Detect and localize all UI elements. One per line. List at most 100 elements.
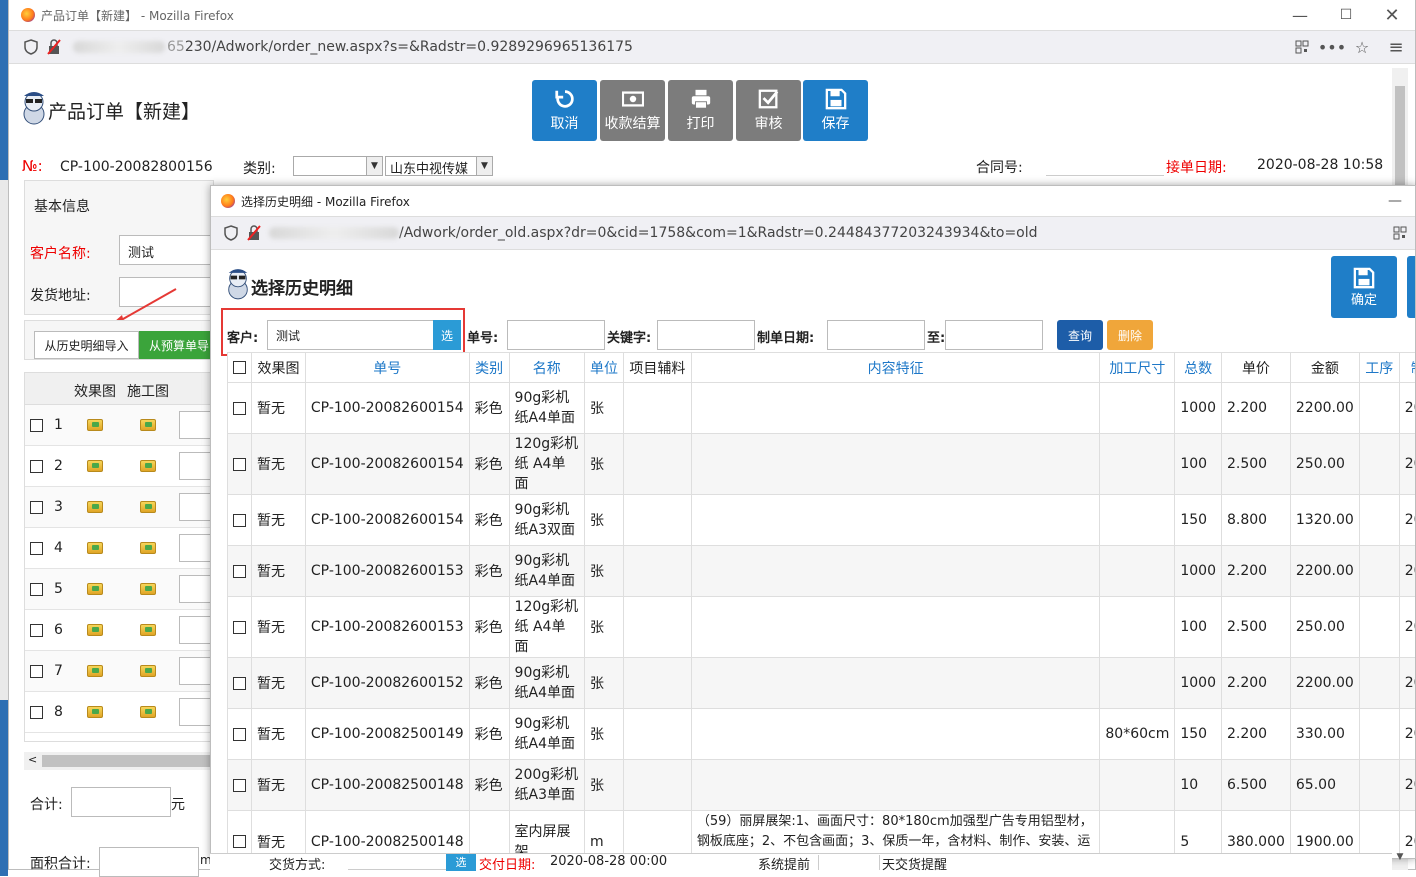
row-select-cell[interactable] <box>228 383 252 434</box>
main-scroll-thumb[interactable] <box>1395 86 1405 186</box>
dialog-order-no-input[interactable] <box>507 320 605 350</box>
row-select-cell[interactable] <box>228 546 252 597</box>
history-row[interactable]: 暂无CP-100-20082600154彩色90g彩机纸A3双面张1508.80… <box>228 495 1416 546</box>
history-row[interactable]: 暂无CP-100-20082500148彩色200g彩机纸A3单面张106.50… <box>228 760 1416 811</box>
effect-upload-icon[interactable] <box>87 583 103 595</box>
row-checkbox[interactable] <box>30 542 43 555</box>
row-input[interactable] <box>179 534 214 562</box>
minimize-icon[interactable]: — <box>1277 6 1323 25</box>
history-row[interactable]: 暂无CP-100-20082500148室内屏展架m（59）丽屏展架:1、画面尺… <box>228 811 1416 860</box>
history-row[interactable]: 暂无CP-100-20082600154彩色120g彩机纸 A4单面张1002.… <box>228 434 1416 495</box>
print-button[interactable]: 打印 <box>668 80 733 141</box>
history-row[interactable]: 暂无CP-100-20082600152彩色90g彩机纸A4单面张10002.2… <box>228 658 1416 709</box>
row-input[interactable] <box>179 411 214 439</box>
main-url-field[interactable]: 65 230/Adwork/order_new.aspx?s=&Radstr=0… <box>65 34 1287 60</box>
construct-upload-icon[interactable] <box>140 501 156 513</box>
history-row[interactable]: 暂无CP-100-20082500149彩色90g彩机纸A4单面张80*60cm… <box>228 709 1416 760</box>
import-history-button[interactable]: 从历史明细导入 <box>34 331 139 359</box>
row-checkbox[interactable] <box>30 501 43 514</box>
insecure-lock-icon[interactable] <box>43 39 65 55</box>
scroll-down-icon[interactable]: ▼ <box>1392 852 1408 868</box>
dialog-keyword-input[interactable] <box>657 320 755 350</box>
delete-button[interactable]: 删除 <box>1107 320 1153 350</box>
confirm-button[interactable]: 确定 <box>1331 256 1397 318</box>
category-select[interactable]: ▼ <box>293 156 383 176</box>
col-header[interactable]: 单号 <box>305 353 469 383</box>
col-header[interactable]: 工序 <box>1359 353 1399 383</box>
close-icon[interactable]: ✕ <box>1369 5 1415 26</box>
col-header[interactable]: 制 <box>1399 353 1416 383</box>
row-checkbox[interactable] <box>233 779 246 792</box>
row-checkbox[interactable] <box>233 621 246 634</box>
row-checkbox[interactable] <box>30 706 43 719</box>
row-input[interactable] <box>179 493 214 521</box>
history-row[interactable]: 暂无CP-100-20082600154彩色90g彩机纸A4单面张10002.2… <box>228 383 1416 434</box>
row-input[interactable] <box>179 452 214 480</box>
col-header[interactable]: 类别 <box>469 353 509 383</box>
row-select-cell[interactable] <box>228 495 252 546</box>
col-header[interactable]: 加工尺寸 <box>1100 353 1175 383</box>
row-select-cell[interactable] <box>228 709 252 760</box>
row-checkbox[interactable] <box>233 565 246 578</box>
construct-upload-icon[interactable] <box>140 583 156 595</box>
customer-select-button[interactable]: 选 <box>433 320 461 350</box>
import-budget-button[interactable]: 从预算单导 <box>139 331 214 359</box>
menu-icon[interactable]: ≡ <box>1377 37 1415 58</box>
review-button[interactable]: 审核 <box>736 80 801 141</box>
contract-input[interactable] <box>1046 158 1164 176</box>
save-button[interactable]: 保存 <box>803 80 868 141</box>
effect-upload-icon[interactable] <box>87 460 103 472</box>
dialog-minimize-icon[interactable]: — <box>1375 193 1415 209</box>
row-checkbox[interactable] <box>233 458 246 471</box>
row-checkbox[interactable] <box>30 460 43 473</box>
delivery-method-select[interactable] <box>348 855 446 870</box>
horizontal-scrollbar[interactable]: < <box>24 752 214 770</box>
dialog-url-field[interactable]: /Adwork/order_old.aspx?dr=0&cid=1758&com… <box>265 220 1385 246</box>
effect-upload-icon[interactable] <box>87 419 103 431</box>
effect-upload-icon[interactable] <box>87 542 103 554</box>
row-checkbox[interactable] <box>233 677 246 690</box>
select-all-checkbox[interactable] <box>233 361 246 374</box>
col-header[interactable]: 总数 <box>1175 353 1222 383</box>
row-input[interactable] <box>179 657 214 685</box>
row-checkbox[interactable] <box>30 419 43 432</box>
query-button[interactable]: 查询 <box>1057 320 1103 350</box>
insecure-lock-icon[interactable] <box>243 225 265 241</box>
construct-upload-icon[interactable] <box>140 419 156 431</box>
construct-upload-icon[interactable] <box>140 624 156 636</box>
row-checkbox[interactable] <box>233 835 246 848</box>
dialog-date-from-input[interactable] <box>827 320 925 350</box>
receive-date-value[interactable]: 2020-08-28 10:58 <box>1257 157 1383 173</box>
shield-icon[interactable] <box>19 39 43 55</box>
dialog-right-edge-button[interactable] <box>1407 256 1416 318</box>
row-checkbox[interactable] <box>233 514 246 527</box>
effect-upload-icon[interactable] <box>87 501 103 513</box>
bookmark-star-icon[interactable]: ☆ <box>1347 38 1377 57</box>
cancel-button[interactable]: 取消 <box>532 80 597 141</box>
qr-code-icon[interactable] <box>1287 40 1317 54</box>
remind-days-input[interactable] <box>818 855 880 870</box>
maximize-icon[interactable]: ☐ <box>1323 7 1369 23</box>
construct-upload-icon[interactable] <box>140 706 156 718</box>
row-input[interactable] <box>179 698 214 726</box>
row-select-cell[interactable] <box>228 658 252 709</box>
row-select-cell[interactable] <box>228 597 252 658</box>
scroll-left-icon[interactable]: < <box>28 753 37 766</box>
dialog-customer-input[interactable]: 测试 <box>267 320 435 350</box>
collect-settle-button[interactable]: 收款结算 <box>600 80 665 141</box>
col-header[interactable]: 内容特征 <box>691 353 1100 383</box>
row-input[interactable] <box>179 616 214 644</box>
qr-code-icon[interactable] <box>1385 226 1415 240</box>
construct-upload-icon[interactable] <box>140 460 156 472</box>
history-row[interactable]: 暂无CP-100-20082600153彩色90g彩机纸A4单面张10002.2… <box>228 546 1416 597</box>
customer-name-input[interactable]: 测试 <box>119 235 214 265</box>
row-select-cell[interactable] <box>228 811 252 860</box>
select-all-cell[interactable] <box>228 353 252 383</box>
shield-icon[interactable] <box>219 225 243 241</box>
row-checkbox[interactable] <box>30 624 43 637</box>
total-input[interactable] <box>71 787 171 817</box>
area-total-input[interactable] <box>99 847 199 877</box>
col-header[interactable]: 名称 <box>509 353 584 383</box>
row-select-cell[interactable] <box>228 760 252 811</box>
row-checkbox[interactable] <box>233 728 246 741</box>
